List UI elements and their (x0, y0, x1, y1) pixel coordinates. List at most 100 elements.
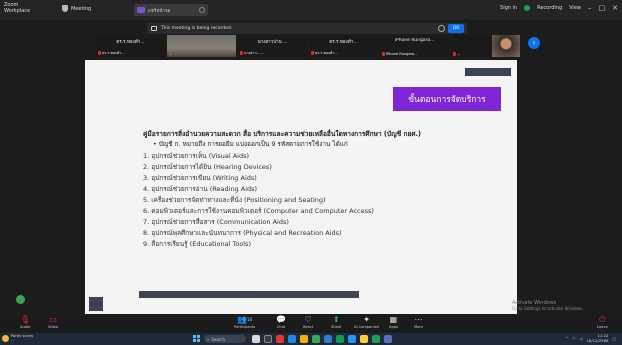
video-button[interactable]: ▭ Video (48, 315, 58, 329)
slide-decoration-square (89, 297, 103, 311)
mic-muted-icon (311, 51, 314, 55)
participant-video (167, 35, 236, 57)
apps-icon: ▦ (389, 315, 398, 324)
shared-slide: ขั้นตอนการจัดบริการ คู่มือรายการสิ่งอำนว… (85, 60, 517, 314)
minimize-icon[interactable]: – (588, 4, 592, 12)
mic-muted-icon (98, 51, 101, 55)
leave-button[interactable]: ⏻ Leave (597, 315, 608, 329)
maximize-icon[interactable]: □ (599, 4, 606, 12)
participant-tile[interactable]: นางสาวปาน ... นางสาว... ... (238, 35, 307, 57)
clock[interactable]: 11:22 18/12/2568 (587, 333, 609, 343)
participant-tile[interactable]: ดร.ร.ทองคำ... ดร.ร.ทองคำ... (96, 35, 165, 57)
share-screen-icon: ⬆ (332, 315, 340, 324)
participant-label: นางสาว... ... (240, 50, 264, 56)
wifi-icon[interactable]: ◠ (572, 336, 575, 341)
system-tray: ⌃ ◠ ◁ 11:22 18/12/2568 ▢ (565, 333, 616, 343)
windows-taskbar: Partly sunny ... ⌕ Search ⌃ ◠ ◁ 11:22 18… (0, 333, 622, 345)
app-icon[interactable] (336, 335, 344, 343)
participant-tile[interactable]: ... (167, 35, 236, 57)
list-item: 9. สื่อการเรียนรู้ (Educational Tools) (143, 240, 252, 248)
apps-label: Apps (389, 325, 398, 329)
weather-detail: ... (11, 338, 15, 342)
participant-tile[interactable]: ดร.ร.ทองคำ... ดร.ร.ทองคำ... (309, 35, 378, 57)
participant-name: ดร.ร.ทองคำ... (116, 40, 145, 45)
slide-decoration-bar (139, 291, 359, 298)
meeting-label: Meeting (71, 5, 92, 12)
ai-companion-label: AI Companion (354, 325, 380, 329)
share-button[interactable]: ⬆ Share (331, 315, 341, 329)
folder-icon[interactable] (360, 335, 368, 343)
slide-decoration-bar (465, 68, 511, 76)
ai-companion-button[interactable]: ✦ AI Companion (354, 315, 379, 329)
slide-bullet: • บัญชี ก. หมายถึง การยอยืม แบ่งออกเป็น … (153, 140, 348, 148)
slide-title-box: ขั้นตอนการจัดบริการ (393, 87, 501, 111)
audio-label: Audio (20, 325, 31, 329)
line-icon[interactable] (372, 335, 380, 343)
explorer-icon[interactable] (264, 335, 272, 343)
taskbar-search[interactable]: ⌕ Search (204, 335, 246, 343)
shield-icon (62, 5, 68, 12)
edge-icon[interactable] (348, 335, 356, 343)
close-window-icon[interactable]: ✕ (612, 4, 618, 12)
chevron-up-icon[interactable]: ⌃ (565, 336, 568, 341)
video-label: Video (48, 325, 59, 329)
chat-button[interactable]: 💬 Chat (276, 315, 286, 329)
more-button[interactable]: ⋯ More (414, 315, 423, 329)
windows-start-icon[interactable] (193, 335, 200, 342)
security-icon[interactable] (524, 5, 531, 11)
next-page-icon[interactable]: › (528, 37, 540, 49)
share-tab[interactable]: แชร์หน้าจอ (134, 4, 208, 16)
mic-muted-icon (240, 51, 243, 55)
participant-strip: ดร.ร.ทองคำ... ดร.ร.ทองคำ... ... นางสาวปา… (96, 35, 520, 57)
info-icon[interactable] (438, 25, 445, 32)
meeting-info[interactable]: Meeting (62, 5, 91, 12)
search-label: Search (211, 336, 225, 342)
list-item: 6. คอมพิวเตอร์และการใช้งานคอมพิวเตอร์ (C… (143, 207, 374, 215)
react-label: React (303, 325, 314, 329)
audio-button[interactable]: 🎙 Audio (20, 315, 30, 329)
app-icon[interactable] (276, 335, 284, 343)
task-view-icon[interactable] (252, 335, 260, 343)
participant-label: ... (453, 52, 460, 56)
slide-list: 1. อุปกรณ์ช่วยการเห็น (Visual Aids) 2. อ… (143, 151, 374, 250)
recording-indicator[interactable]: Recording (537, 5, 562, 11)
more-label: More (414, 325, 423, 329)
recording-banner: This meeting is being recorded. OK (147, 23, 467, 34)
participant-tile[interactable]: iPhone Rungaro... iPhone Rungaro... (380, 35, 449, 57)
title-bar: Zoom Workplace Meeting แชร์หน้าจอ Sign i… (0, 0, 622, 20)
heart-icon: ♡ (304, 315, 312, 324)
participant-tile[interactable]: ... (451, 35, 520, 57)
word-icon[interactable] (324, 335, 332, 343)
notification-icon[interactable]: ▢ (612, 336, 616, 341)
participant-label: ดร.ร.ทองคำ... (311, 50, 338, 56)
chrome-icon[interactable] (312, 335, 320, 343)
participants-icon: 👥 14 (237, 315, 253, 324)
chat-label: Chat (276, 325, 286, 329)
meeting-toolbar: 🎙 Audio ▭ Video 👥 14 Participants 💬 Chat … (0, 314, 622, 333)
banner-ok-button[interactable]: OK (448, 24, 464, 33)
view-button[interactable]: View (569, 5, 581, 11)
weather-widget[interactable]: Partly sunny ... (2, 334, 33, 342)
annotation-icon[interactable] (16, 295, 25, 304)
react-button[interactable]: ♡ React (303, 315, 313, 329)
mic-off-icon: 🎙 (20, 315, 31, 324)
apps-button[interactable]: ▦ Apps (389, 315, 398, 329)
slide-heading: คู่มือรายการสิ่งอำนวยความสะดวก สื่อ บริก… (143, 130, 422, 138)
list-item: 5. เครื่องช่วยการจัดท่าทางและที่นั่ง (Po… (143, 196, 326, 204)
sign-in-link[interactable]: Sign in (500, 5, 517, 11)
sparkle-icon: ✦ (363, 315, 370, 324)
chat-icon: 💬 (276, 315, 286, 324)
participant-count: 14 (247, 317, 253, 322)
zoom-icon[interactable] (288, 335, 296, 343)
list-item: 1. อุปกรณ์ช่วยการเห็น (Visual Aids) (143, 152, 250, 160)
camera-off-icon: ▭ (49, 315, 57, 324)
app-icon[interactable] (300, 335, 308, 343)
speaker-icon[interactable]: ◁ (580, 336, 583, 341)
more-icon: ⋯ (414, 315, 423, 324)
participants-label: Participants (234, 325, 256, 329)
app-name: Zoom Workplace (4, 2, 31, 14)
app-icon[interactable] (384, 335, 392, 343)
zoom-screen-share-window: Zoom Workplace Meeting แชร์หน้าจอ Sign i… (0, 0, 622, 345)
close-icon[interactable] (199, 7, 205, 13)
participants-button[interactable]: 👥 14 Participants (234, 315, 255, 329)
